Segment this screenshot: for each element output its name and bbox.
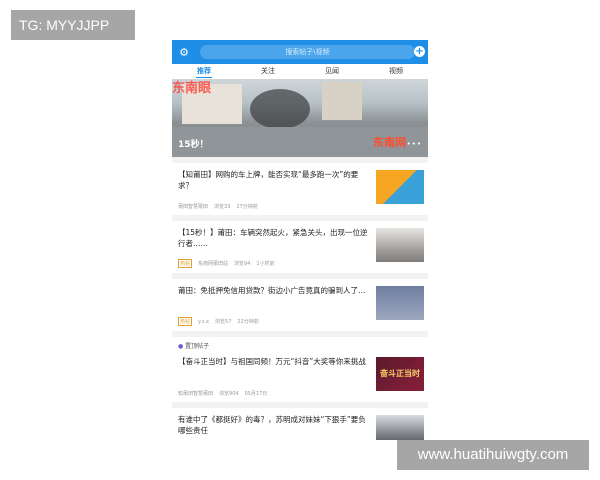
feed-item-title: 【知莆田】网购的车上牌，能否实现“最多跑一次”的要求？ <box>178 170 359 190</box>
carousel-dots[interactable]: ••• <box>407 140 422 148</box>
tab-video[interactable]: 视频 <box>364 64 428 79</box>
tv-drama-thumbnail[interactable] <box>376 415 424 440</box>
feed-item-meta: 热帖 东南网莆田站 浏览94 1小时前 <box>178 259 275 268</box>
hot-tag-badge: 热帖 <box>178 317 193 326</box>
pinned-item[interactable]: 有谁中了《都挺好》的毒？，苏明成对妹妹“下狠手”要负哪些责任 热帖 <box>172 408 428 440</box>
feed-item-views: 浏览904 <box>219 391 239 397</box>
feed-item-source: y.s.x <box>198 318 210 325</box>
fire-scene-thumbnail[interactable] <box>376 228 424 262</box>
feed-item-views: 浏览94 <box>234 261 251 267</box>
feed-item-meta: 热帖 y.s.x 浏览57 22分钟前 <box>178 317 259 326</box>
pinned-section-header: ● 置顶帖子 <box>172 337 428 350</box>
street-ad-thumbnail[interactable] <box>376 286 424 320</box>
campaign-poster-thumbnail[interactable]: 奋斗正当时 <box>376 357 424 391</box>
pinned-label: 置顶帖子 <box>185 343 210 350</box>
site-watermark: www.huatihuiwgty.com <box>397 440 589 470</box>
feed-item-title: 有谁中了《都挺好》的毒？，苏明成对妹妹“下狠手”要负哪些责任 <box>178 415 366 435</box>
hero-banner-text: 东南眼 <box>172 81 212 96</box>
pin-icon: ● <box>178 343 184 350</box>
pinned-item[interactable]: 【奋斗正当时】与祖国同频！万元“抖音”大奖等你来挑战 知莆田智慧莆田 浏览904… <box>172 350 428 402</box>
feed-item-title: 【15秒！】莆田：车辆突然起火，紧急关头，出现一位逆行者…… <box>178 228 368 248</box>
tab-recommended[interactable]: 推荐 <box>172 64 236 79</box>
search-input[interactable]: 搜索帖子\视频 <box>200 45 415 59</box>
feed-item-title: 莆田：免抵押免信用贷款？街边小广告竟真的骗到人了… <box>178 286 366 295</box>
tab-news[interactable]: 见闻 <box>300 64 364 79</box>
feed-item-source: 知莆田智慧莆田 <box>178 391 214 397</box>
top-bar: ⚙ 搜索帖子\视频 + <box>172 40 428 64</box>
feed-item-meta: 莆田智慧莆田 浏览33 27分钟前 <box>178 203 258 210</box>
feed-item[interactable]: 【知莆田】网购的车上牌，能否实现“最多跑一次”的要求？ 莆田智慧莆田 浏览33 … <box>172 163 428 215</box>
tab-following[interactable]: 关注 <box>236 64 300 79</box>
feed-item-source: 东南网莆田站 <box>198 261 229 267</box>
tg-contact-badge: TG: MYYJJPP <box>11 10 135 40</box>
feed-item[interactable]: 莆田：免抵押免信用贷款？街边小广告竟真的骗到人了… 热帖 y.s.x 浏览57 … <box>172 279 428 331</box>
mobile-app-screen: ⚙ 搜索帖子\视频 + 推荐 关注 见闻 视频 东南眼 15秒！ 东南网 •••… <box>172 40 428 440</box>
feed-item-title: 【奋斗正当时】与祖国同频！万元“抖音”大奖等你来挑战 <box>178 357 366 366</box>
feed-item-time: 05月17日 <box>244 391 268 397</box>
app-logo-icon[interactable]: ⚙ <box>175 43 193 61</box>
feed-item-views: 浏览57 <box>215 319 232 325</box>
hero-caption: 15秒！ <box>178 140 209 150</box>
hot-tag-badge: 热帖 <box>178 259 193 268</box>
feed-item-time: 1小时前 <box>256 261 275 267</box>
tab-bar: 推荐 关注 见闻 视频 <box>172 64 428 79</box>
add-post-button[interactable]: + <box>414 46 425 57</box>
feed-item-time: 22分钟前 <box>237 319 259 325</box>
hero-building <box>322 82 362 120</box>
cars-thumbnail[interactable] <box>376 170 424 204</box>
hero-video-banner[interactable]: 东南眼 15秒！ 东南网 ••• <box>172 79 428 157</box>
hero-smoke <box>250 89 310 129</box>
feed-item-meta: 知莆田智慧莆田 浏览904 05月17日 <box>178 390 267 397</box>
hero-brand-logo: 东南网 <box>373 136 406 149</box>
feed-item[interactable]: 【15秒！】莆田：车辆突然起火，紧急关头，出现一位逆行者…… 热帖 东南网莆田站… <box>172 221 428 273</box>
feed-item-source: 莆田智慧莆田 <box>178 204 209 210</box>
feed-item-views: 浏览33 <box>214 204 231 210</box>
feed-item-time: 27分钟前 <box>236 204 258 210</box>
